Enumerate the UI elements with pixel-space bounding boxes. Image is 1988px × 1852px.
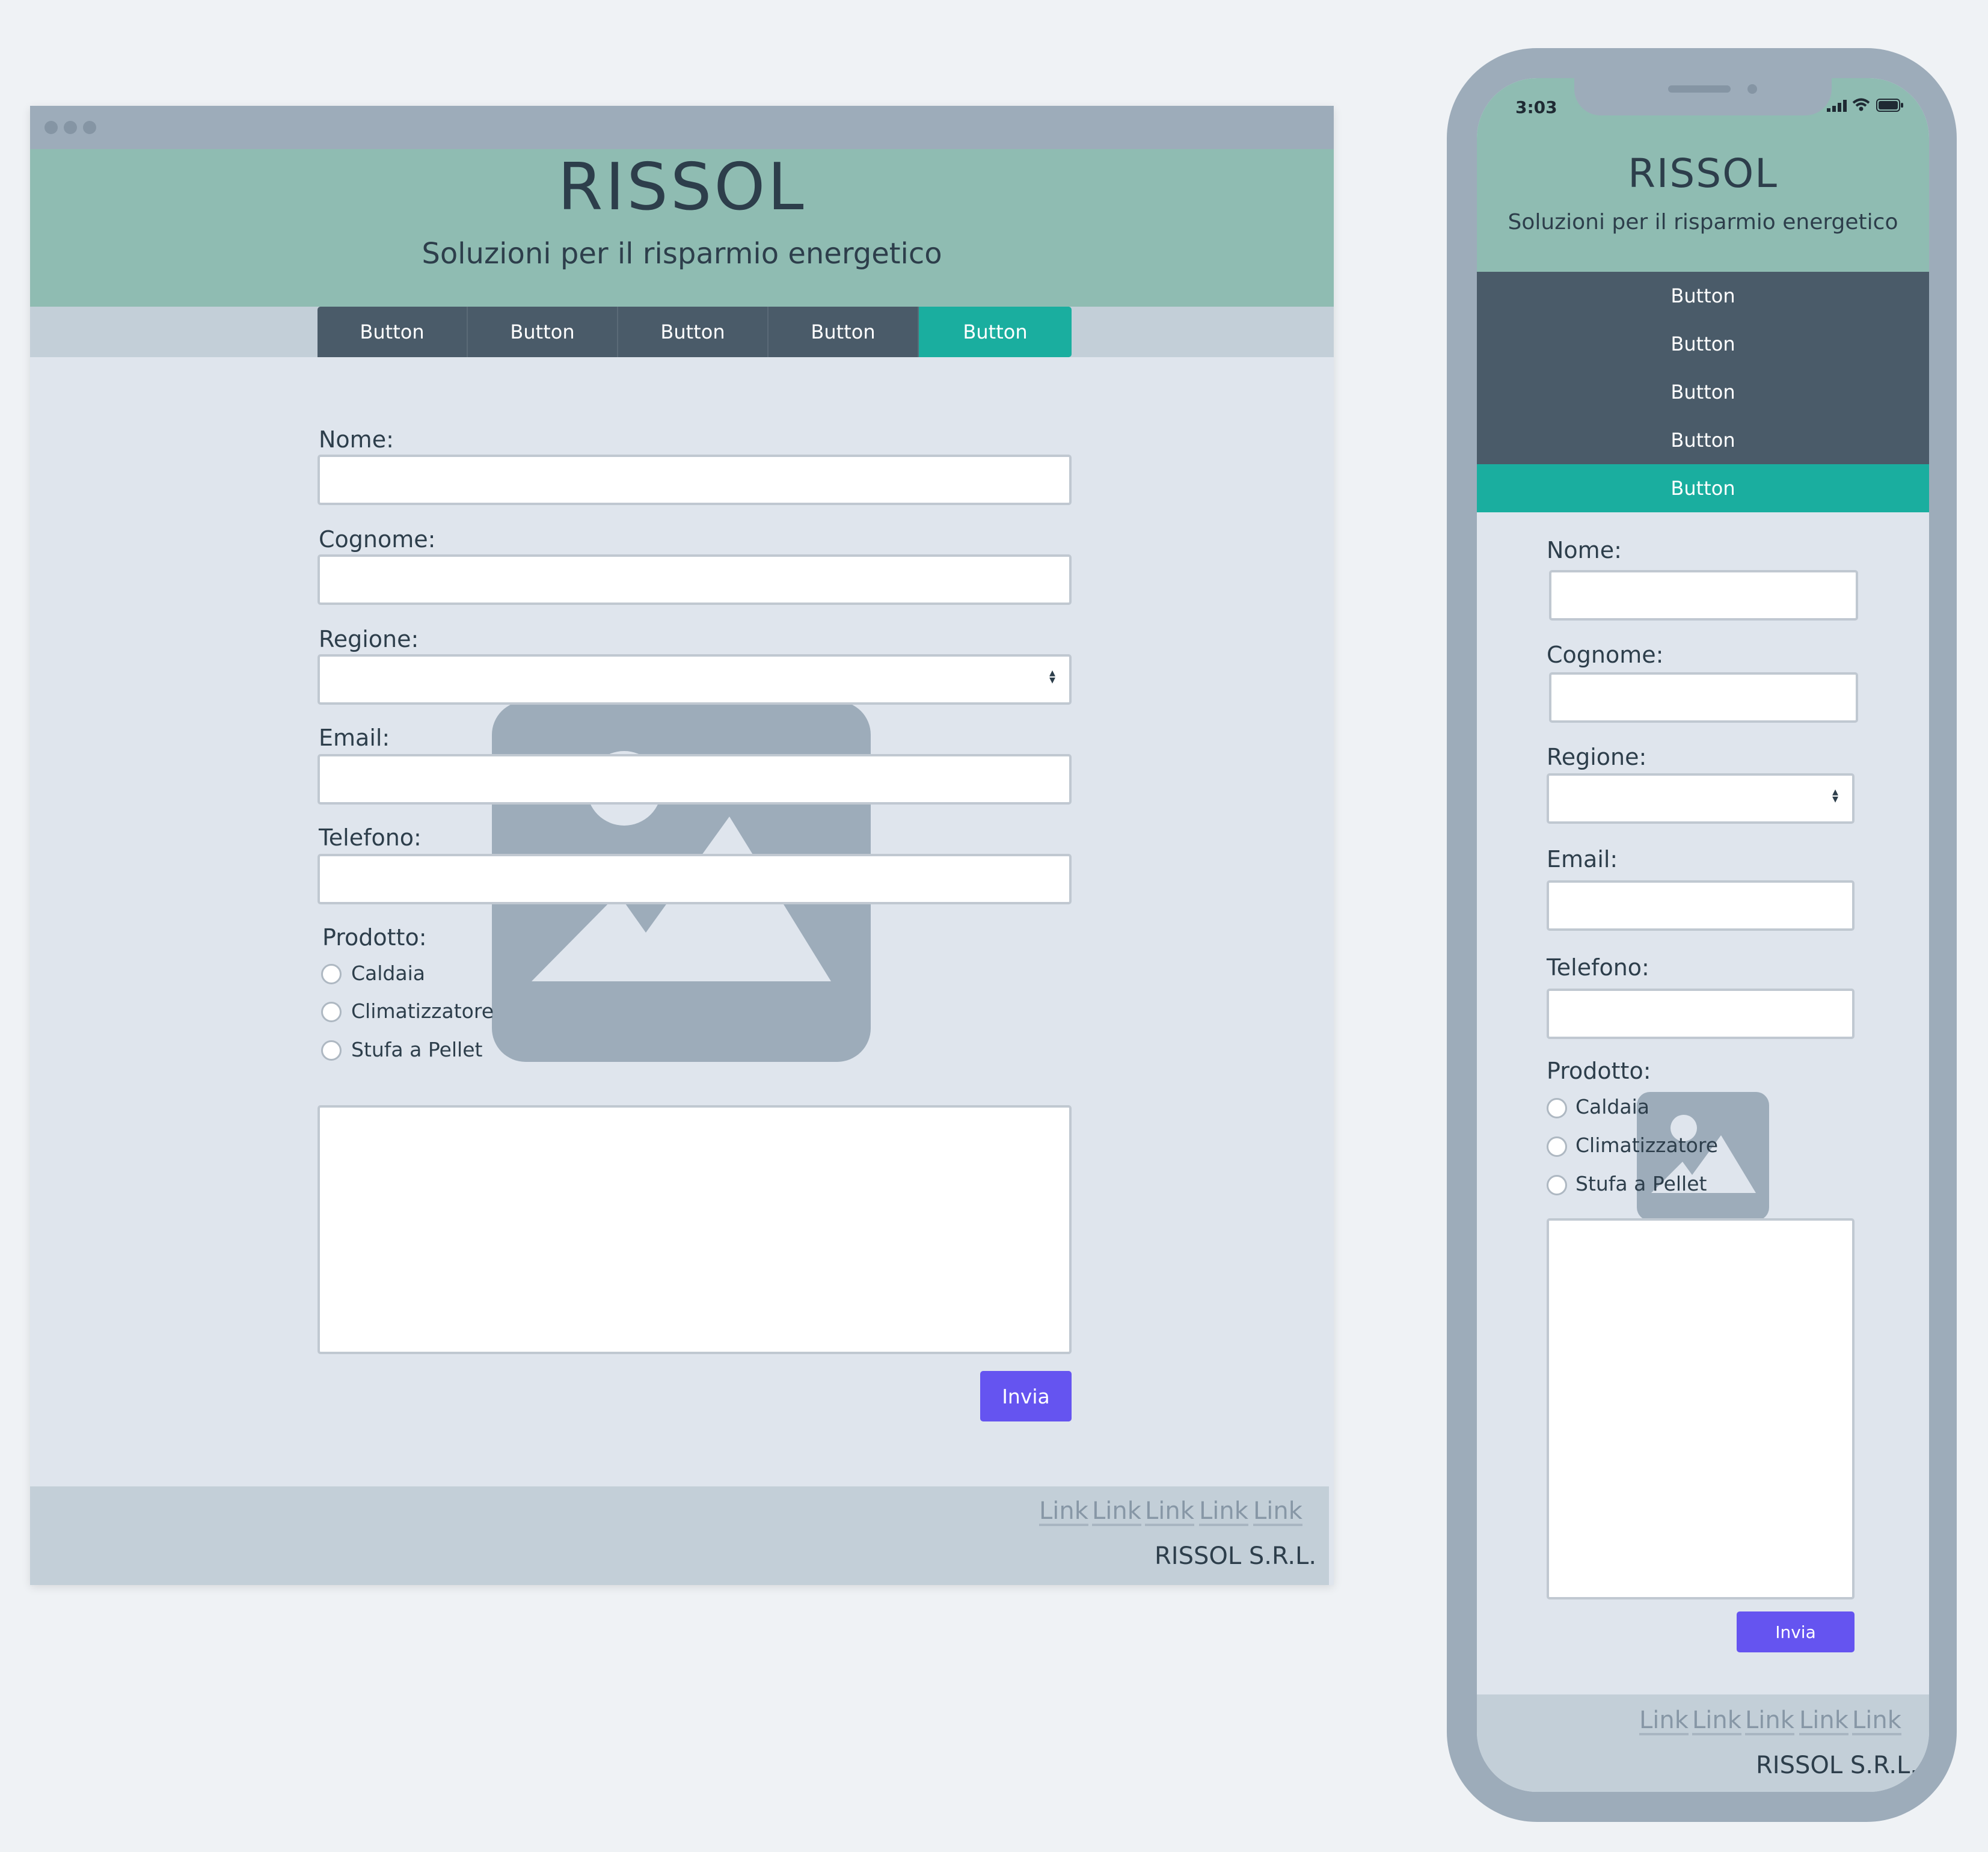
email-label: Email: [1547,846,1618,872]
nav-button-5-active[interactable]: Button [1477,464,1929,512]
site-title: RISSOL [557,150,806,225]
desktop-browser-window: RISSOL Soluzioni per il risparmio energe… [30,106,1334,1585]
regione-label: Regione: [1547,744,1647,770]
footer-link[interactable]: Link [1199,1498,1248,1526]
phone-notch [1574,78,1832,115]
footer-link[interactable]: Link [1145,1498,1194,1526]
select-arrow-icon: ▴ ▾ [1832,784,1839,806]
site-title: RISSOL [1628,150,1778,197]
copyright: RISSOL S.R.L. [1756,1752,1918,1779]
email-label: Email: [319,725,390,751]
radio-caldaia[interactable] [1547,1098,1567,1118]
footer-link[interactable]: Link [1852,1708,1901,1735]
nome-label: Nome: [319,426,394,453]
nav-button-4[interactable]: Button [1477,416,1929,464]
nav-button-2[interactable]: Button [1477,320,1929,368]
site-subtitle: Soluzioni per il risparmio energetico [1508,210,1898,235]
nome-input[interactable] [1549,570,1858,621]
prodotto-label: Prodotto: [1547,1058,1651,1084]
email-input[interactable] [318,754,1072,805]
cognome-input[interactable] [318,554,1072,605]
telefono-input[interactable] [318,854,1072,904]
nav-button-4[interactable]: Button [769,307,919,357]
nav-button-1[interactable]: Button [318,307,468,357]
telefono-input[interactable] [1547,989,1855,1039]
footer-link[interactable]: Link [1039,1498,1088,1526]
radio-climatizzatore[interactable] [1547,1136,1567,1157]
cognome-input[interactable] [1549,672,1858,723]
radio-stufa-pellet[interactable] [321,1040,342,1061]
radio-label: Climatizzatore [1575,1133,1718,1157]
nav-button-3[interactable]: Button [618,307,769,357]
cognome-label: Cognome: [1547,642,1664,668]
speaker [1668,85,1731,93]
window-dot[interactable] [44,121,58,134]
radio-stufa-pellet[interactable] [1547,1175,1567,1195]
telefono-label: Telefono: [319,824,422,851]
message-textarea[interactable] [1547,1218,1855,1599]
battery-icon [1876,99,1903,112]
nav-button-2[interactable]: Button [468,307,618,357]
footer-link[interactable]: Link [1639,1708,1689,1735]
regione-label: Regione: [319,626,419,652]
nome-label: Nome: [1547,537,1622,563]
site-subtitle: Soluzioni per il risparmio energetico [422,237,942,271]
footer-link[interactable]: Link [1253,1498,1302,1526]
window-dot[interactable] [83,121,96,134]
nav-button-1[interactable]: Button [1477,272,1929,320]
footer-link[interactable]: Link [1692,1708,1741,1735]
footer-link[interactable]: Link [1092,1498,1141,1526]
message-textarea[interactable] [318,1105,1072,1354]
email-input[interactable] [1547,880,1855,931]
prodotto-label: Prodotto: [322,924,427,951]
phone-screen: 3:03 RISSOL Soluzioni per il risparmio e… [1477,78,1929,1792]
radio-label: Stufa a Pellet [351,1038,483,1061]
footer-link[interactable]: Link [1799,1708,1848,1735]
nav-button-5-active[interactable]: Button [919,307,1072,357]
browser-titlebar [30,106,1334,149]
radio-label: Caldaia [1575,1095,1649,1118]
cognome-label: Cognome: [319,526,436,553]
radio-label: Caldaia [351,961,425,985]
wifi-icon [1852,98,1870,111]
submit-button[interactable]: Invia [980,1371,1072,1421]
regione-select[interactable]: ▴ ▾ [1547,773,1855,824]
status-time: 3:03 [1515,97,1557,117]
signal-icon [1827,100,1847,112]
regione-select[interactable]: ▴ ▾ [318,654,1072,705]
nome-input[interactable] [318,455,1072,505]
submit-button[interactable]: Invia [1737,1611,1855,1652]
window-dot[interactable] [64,121,77,134]
telefono-label: Telefono: [1547,954,1649,981]
radio-label: Climatizzatore [351,999,494,1023]
camera [1747,84,1757,94]
nav-button-3[interactable]: Button [1477,368,1929,416]
radio-caldaia[interactable] [321,964,342,984]
radio-climatizzatore[interactable] [321,1002,342,1022]
radio-label: Stufa a Pellet [1575,1172,1707,1195]
copyright: RISSOL S.R.L. [1155,1542,1317,1570]
footer-link[interactable]: Link [1745,1708,1794,1735]
select-arrow-icon: ▴ ▾ [1049,665,1056,687]
